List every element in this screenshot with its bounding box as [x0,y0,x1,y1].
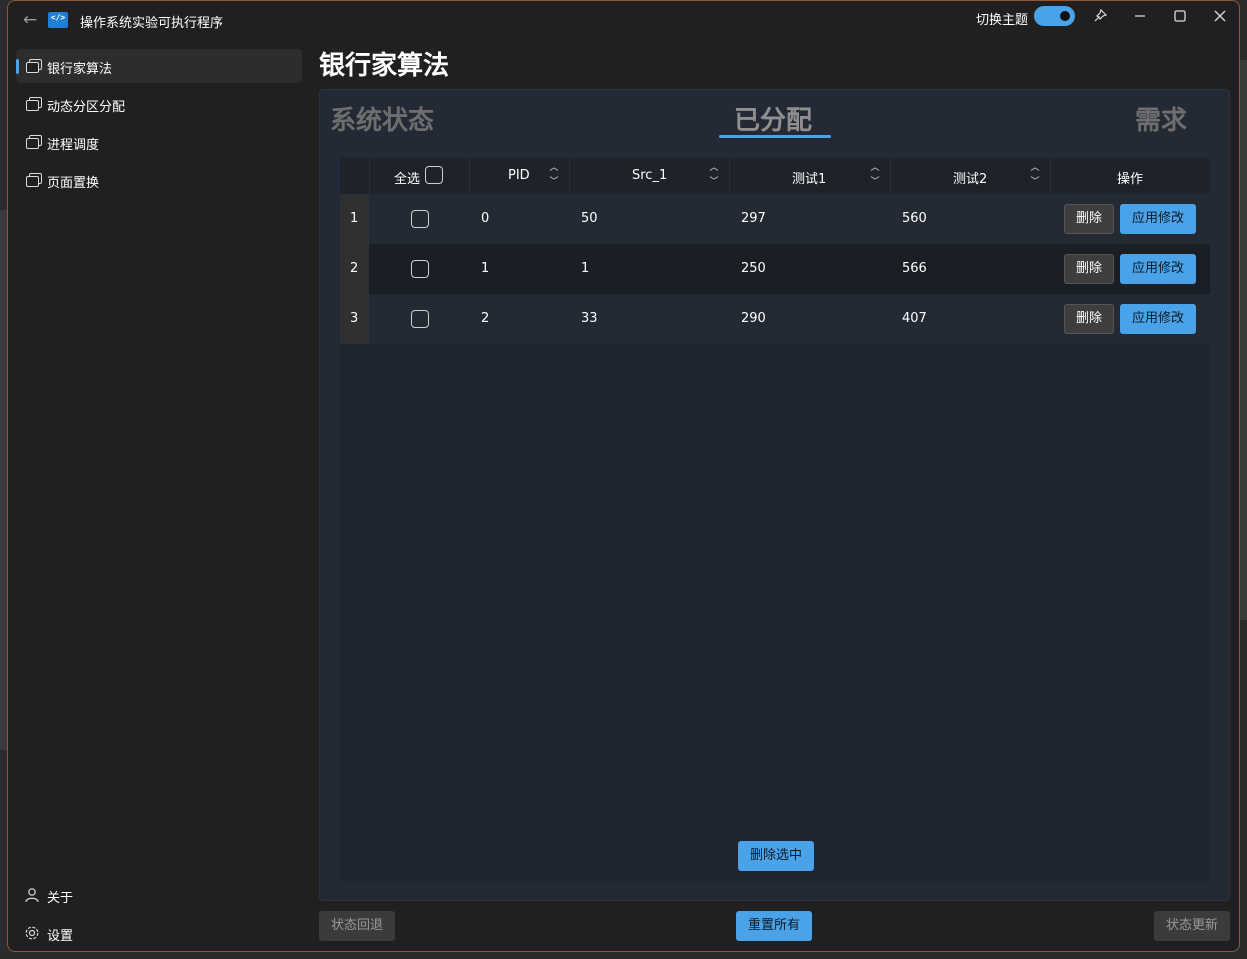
active-tab-indicator [719,135,831,138]
theme-toggle-label: 切换主题 [976,13,1029,28]
sidebar-item-dynamic-partition[interactable]: 动态分区分配 [16,87,302,121]
header-src1[interactable]: Src_1 ︿ ﹀ [570,158,730,193]
sort-chevrons-icon[interactable]: ︿ ﹀ [869,161,881,191]
apply-changes-button[interactable]: 应用修改 [1120,254,1196,284]
cell-test1[interactable]: 297 [741,211,766,226]
cell-pid[interactable]: 1 [481,261,489,276]
app-window: ← 操作系统实验可执行程序 切换主题 银行家算法 动态分区分配 进程调度 页面置… [7,0,1240,952]
title-bar: ← 操作系统实验可执行程序 切换主题 [8,1,1239,39]
row-index-cell: 1 [340,194,369,244]
delete-selected-button[interactable]: 删除选中 [738,841,814,871]
sidebar-item-label: 关于 [47,891,74,906]
pin-icon[interactable] [1088,5,1112,27]
sidebar-item-label: 进程调度 [47,138,100,153]
sidebar-item-label: 银行家算法 [47,62,113,77]
tab-need[interactable]: 需求 [1135,100,1187,137]
person-icon [24,887,40,903]
table-row: 2 1 1 250 566 删除 应用修改 [340,244,1210,294]
update-state-button[interactable]: 状态更新 [1154,911,1230,941]
sidebar-item-label: 动态分区分配 [47,100,126,115]
sidebar-item-page-replacement[interactable]: 页面置换 [16,163,302,197]
back-arrow-icon[interactable]: ← [19,9,41,31]
cell-test2[interactable]: 407 [902,311,927,326]
column-header-label: 操作 [1117,172,1144,187]
sidebar-item-settings[interactable]: 设置 [16,916,302,950]
sidebar-item-bankers-algorithm[interactable]: 银行家算法 [16,49,302,83]
column-header-label: 测试1 [792,172,827,187]
app-code-icon [48,12,68,28]
header-select-all: 全选 [370,158,470,193]
apply-changes-button[interactable]: 应用修改 [1120,304,1196,334]
cell-pid[interactable]: 2 [481,311,489,326]
tab-panel: 系统状态 已分配 需求 全选 PID ︿﹀ Src_1 ︿﹀ 测试1 ︿﹀ [319,89,1230,901]
minimize-icon[interactable] [1128,5,1152,27]
header-pid[interactable]: PID ︿ ﹀ [470,158,570,193]
row-index: 2 [350,261,359,276]
delete-row-button[interactable]: 删除 [1064,204,1114,234]
sort-chevrons-icon[interactable]: ︿ ﹀ [548,161,560,191]
row-index: 3 [350,311,359,326]
row-index-cell: 3 [340,294,369,344]
header-test2[interactable]: 测试2 ︿ ﹀ [891,158,1051,193]
cell-src1[interactable]: 1 [581,261,589,276]
selection-indicator [16,59,19,74]
column-header-label: PID [508,168,530,183]
row-index: 1 [350,211,359,226]
window-stack-icon [26,59,42,73]
sidebar-item-label: 设置 [47,929,74,944]
column-header-label: 测试2 [953,172,988,187]
select-all-label: 全选 [394,172,421,187]
background-window-edge-left [0,210,7,750]
sidebar-item-process-scheduling[interactable]: 进程调度 [16,125,302,159]
row-checkbox[interactable] [411,260,429,278]
page-title: 银行家算法 [319,51,450,81]
sidebar-item-about[interactable]: 关于 [16,878,302,912]
background-window-edge-right [1240,60,1247,620]
sort-chevrons-icon[interactable]: ︿ ﹀ [1029,161,1041,191]
apply-changes-button[interactable]: 应用修改 [1120,204,1196,234]
rollback-state-button[interactable]: 状态回退 [319,911,395,941]
cell-test2[interactable]: 566 [902,261,927,276]
row-checkbox[interactable] [411,310,429,328]
close-icon[interactable] [1208,5,1232,27]
theme-toggle-switch[interactable] [1034,6,1075,26]
table-row: 1 0 50 297 560 删除 应用修改 [340,194,1210,244]
row-index-cell: 2 [340,244,369,294]
header-actions: 操作 [1051,158,1210,193]
cell-test2[interactable]: 560 [902,211,927,226]
reset-all-button[interactable]: 重置所有 [736,911,812,941]
sort-chevrons-icon[interactable]: ︿ ﹀ [708,161,720,191]
row-checkbox[interactable] [411,210,429,228]
sidebar-item-label: 页面置换 [47,176,100,191]
tab-allocated[interactable]: 已分配 [734,100,812,137]
table-row: 3 2 33 290 407 删除 应用修改 [340,294,1210,344]
maximize-icon[interactable] [1168,5,1192,27]
delete-row-button[interactable]: 删除 [1064,304,1114,334]
cell-test1[interactable]: 250 [741,261,766,276]
tab-system-state[interactable]: 系统状态 [330,100,434,137]
window-stack-icon [26,135,42,149]
cell-pid[interactable]: 0 [481,211,489,226]
cell-src1[interactable]: 50 [581,211,598,226]
window-stack-icon [26,97,42,111]
select-all-checkbox[interactable] [425,166,443,184]
window-title: 操作系统实验可执行程序 [80,16,224,31]
header-index-cell [340,158,370,193]
cell-test1[interactable]: 290 [741,311,766,326]
delete-row-button[interactable]: 删除 [1064,254,1114,284]
window-stack-icon [26,173,42,187]
column-header-label: Src_1 [632,168,668,183]
cell-src1[interactable]: 33 [581,311,598,326]
header-test1[interactable]: 测试1 ︿ ﹀ [730,158,891,193]
gear-icon [24,925,40,941]
data-grid: 全选 PID ︿﹀ Src_1 ︿﹀ 测试1 ︿﹀ 测试2 ︿﹀ 操作 [340,158,1210,881]
